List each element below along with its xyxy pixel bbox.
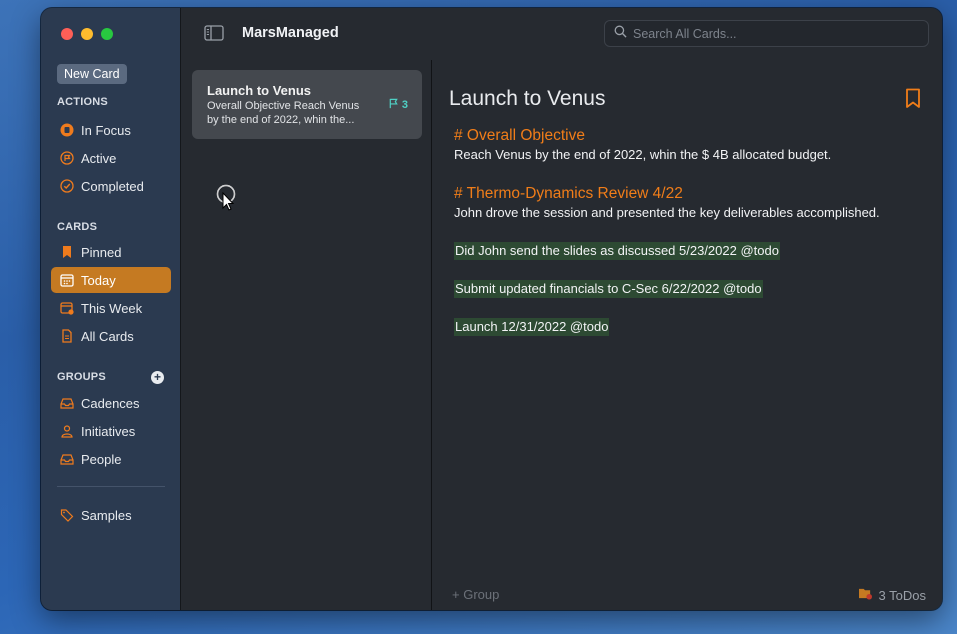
detail-title[interactable]: Launch to Venus — [449, 87, 605, 111]
heading-thermo-review: # Thermo-Dynamics Review 4/22 — [454, 185, 683, 202]
sidebar-toggle-icon[interactable] — [204, 25, 224, 41]
card-body[interactable]: # Overall Objective Reach Venus by the e… — [454, 126, 924, 336]
sidebar-item-label: Today — [81, 272, 116, 288]
sidebar-item-label: All Cards — [81, 328, 134, 344]
sidebar: New Card ACTIONS In Focus Active Complet… — [41, 8, 181, 610]
close-window-button[interactable] — [61, 28, 73, 40]
person-icon — [60, 424, 74, 438]
toolbar: MarsManaged — [182, 8, 942, 60]
add-group-link[interactable]: + Group — [452, 587, 499, 602]
calendar-icon — [60, 273, 74, 287]
sidebar-item-label: Samples — [81, 507, 132, 523]
groups-section-title: GROUPS — [57, 371, 106, 383]
add-group-button[interactable]: + — [151, 371, 164, 384]
flag-icon — [388, 98, 399, 112]
heading-overall-objective: # Overall Objective — [454, 127, 585, 144]
paragraph-objective: Reach Venus by the end of 2022, whin the… — [454, 147, 832, 162]
sidebar-item-completed[interactable]: Completed — [51, 173, 171, 199]
todo-item[interactable]: Submit updated financials to C-Sec 6/22/… — [454, 280, 763, 298]
todo-item[interactable]: Launch 12/31/2022 @todo — [454, 318, 610, 336]
check-circle-icon — [60, 179, 74, 193]
minimize-window-button[interactable] — [81, 28, 93, 40]
zoom-window-button[interactable] — [101, 28, 113, 40]
sidebar-item-initiatives[interactable]: Initiatives — [51, 418, 171, 444]
sidebar-item-people[interactable]: People — [51, 446, 171, 472]
app-window: New Card ACTIONS In Focus Active Complet… — [41, 8, 942, 610]
cards-section-title: CARDS — [57, 221, 98, 233]
search-input[interactable] — [633, 26, 913, 41]
actions-section-title: ACTIONS — [57, 96, 108, 108]
tray-icon — [60, 452, 74, 466]
card-detail: Launch to Venus # Overall Objective Reac… — [433, 60, 942, 610]
sidebar-item-label: Pinned — [81, 244, 122, 260]
todo-item[interactable]: Did John send the slides as discussed 5/… — [454, 242, 780, 260]
sidebar-item-cadences[interactable]: Cadences — [51, 390, 171, 416]
sidebar-item-today[interactable]: Today — [51, 267, 171, 293]
focus-icon — [60, 123, 74, 137]
tray-icon — [60, 396, 74, 410]
sidebar-divider — [57, 486, 165, 487]
sidebar-item-pinned[interactable]: Pinned — [51, 239, 171, 265]
app-title: MarsManaged — [242, 25, 339, 41]
sidebar-item-label: Cadences — [81, 395, 140, 411]
sidebar-item-label: This Week — [81, 300, 143, 316]
search-icon — [614, 25, 627, 43]
card-list: Launch to Venus Overall Objective Reach … — [182, 60, 432, 610]
sidebar-item-label: Completed — [81, 178, 144, 194]
bookmark-icon[interactable] — [905, 88, 921, 109]
sidebar-item-label: Initiatives — [81, 423, 136, 439]
paragraph-review: John drove the session and presented the… — [454, 205, 880, 220]
mouse-cursor-icon — [216, 184, 238, 212]
sidebar-item-label: People — [81, 451, 122, 467]
todos-summary[interactable]: 3 ToDos — [858, 587, 926, 603]
sidebar-item-in-focus[interactable]: In Focus — [51, 117, 171, 143]
sidebar-item-this-week[interactable]: This Week — [51, 295, 171, 321]
sidebar-item-label: In Focus — [81, 122, 131, 138]
card-title: Launch to Venus — [207, 83, 312, 98]
tag-icon — [60, 508, 74, 522]
card-subtitle: Overall Objective Reach Venus by the end… — [207, 100, 360, 126]
todo-count: 3 — [401, 99, 408, 111]
bookmark-icon — [60, 245, 74, 259]
todo-folder-icon — [858, 587, 873, 603]
sidebar-item-label: Active — [81, 150, 117, 166]
calendar-week-icon — [60, 301, 74, 315]
card-list-item[interactable]: Launch to Venus Overall Objective Reach … — [192, 70, 422, 139]
search-field[interactable] — [604, 20, 929, 47]
document-icon — [60, 329, 74, 343]
sidebar-item-all-cards[interactable]: All Cards — [51, 323, 171, 349]
sidebar-item-active[interactable]: Active — [51, 145, 171, 171]
new-card-button[interactable]: New Card — [57, 64, 127, 84]
window-controls — [61, 28, 113, 40]
todo-count-badge: 3 — [388, 98, 408, 112]
sidebar-item-samples[interactable]: Samples — [51, 502, 171, 528]
flag-circle-icon — [60, 151, 74, 165]
todos-count-label: 3 ToDos — [878, 587, 926, 603]
